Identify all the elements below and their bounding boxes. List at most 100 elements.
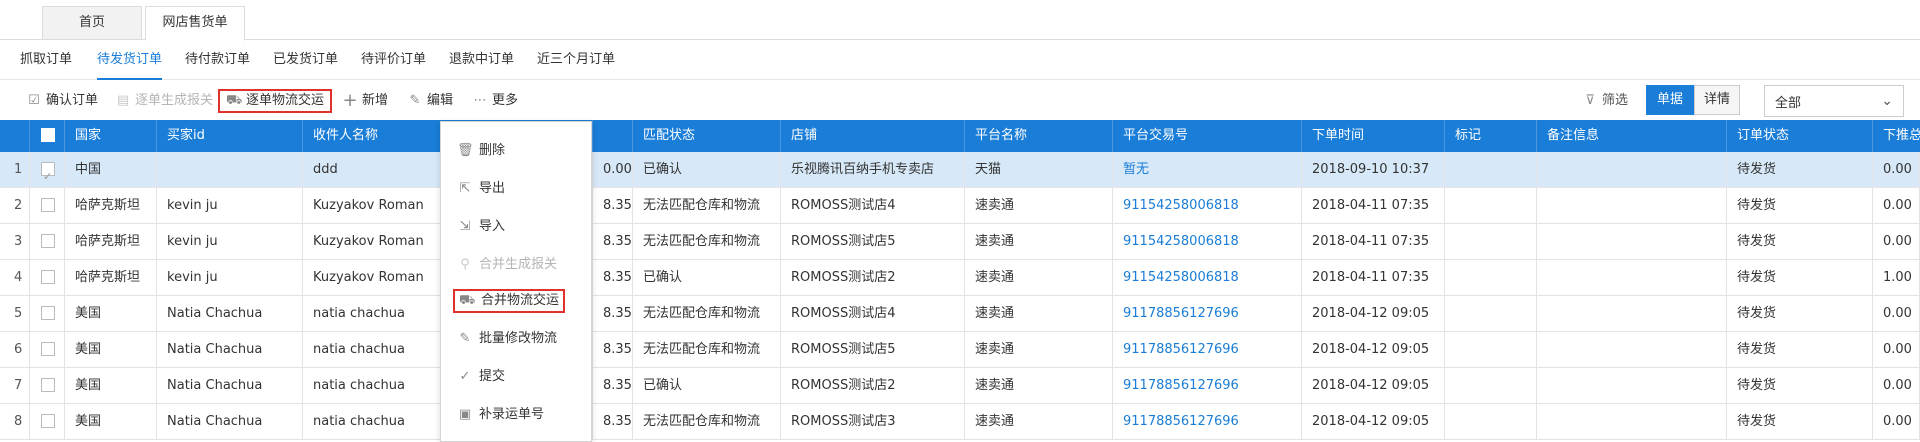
confirm-order-button[interactable]: ☑ 确认订单 xyxy=(26,89,98,113)
table-row[interactable]: 4 哈萨克斯坦 kevin ju Kuzyakov Roman 8.35 已确认 ROMOS… xyxy=(0,260,1920,296)
checkbox-icon: ☑ xyxy=(28,93,40,108)
row-checkbox[interactable] xyxy=(41,233,55,248)
cell-trade-no[interactable]: 91178856127696 xyxy=(1113,368,1302,404)
table-row[interactable]: 8 美国 Natia Chachua natia chachua 8.35 无法匹配仓库和… xyxy=(0,404,1920,440)
select-all-checkbox[interactable] xyxy=(41,127,55,142)
header-country[interactable]: 国家 xyxy=(65,120,157,152)
menu-item-batch-edit-logistics[interactable]: ✎ 批量修改物流 xyxy=(457,327,557,351)
cell-trade-no[interactable]: 91154258006818 xyxy=(1113,260,1302,296)
cell-order-status: 待发货 xyxy=(1727,296,1873,332)
funnel-icon: ⊽ xyxy=(1585,93,1595,108)
menu-item-delete[interactable]: 🗑 删除 xyxy=(457,139,505,163)
cell-shop: ROMOSS测试店4 xyxy=(781,296,965,332)
menu-item-merge-customs[interactable]: ⚲ 合并生成报关 xyxy=(457,253,557,277)
row-checkbox[interactable] xyxy=(41,159,55,188)
table-row[interactable]: 3 哈萨克斯坦 kevin ju Kuzyakov Roman 8.35 无法匹配仓库和物… xyxy=(0,224,1920,260)
cell-amount: 8.35 xyxy=(593,368,633,404)
header-remark[interactable]: 备注信息 xyxy=(1537,120,1727,152)
row-checkbox[interactable] xyxy=(41,269,55,284)
menu-item-merge-logistics-label: 合并物流交运 xyxy=(481,293,560,308)
cell-country: 美国 xyxy=(65,404,157,440)
header-order-status[interactable]: 订单状态 xyxy=(1727,120,1873,152)
header-buyer-id[interactable]: 买家id xyxy=(157,120,303,152)
header-order-time[interactable]: 下单时间 xyxy=(1302,120,1445,152)
cell-country: 美国 xyxy=(65,368,157,404)
header-trade-no[interactable]: 平台交易号 xyxy=(1113,120,1302,152)
single-logistics-ship-button[interactable]: ⛟ 逐单物流交运 xyxy=(218,89,333,113)
menu-item-import-label: 导入 xyxy=(479,219,506,234)
table-row[interactable]: 6 美国 Natia Chachua natia chachua 8.35 无法匹配仓库和… xyxy=(0,332,1920,368)
status-select[interactable]: 全部 ⌄ xyxy=(1764,85,1904,117)
row-checkbox[interactable] xyxy=(41,413,55,428)
cell-order-status: 待发货 xyxy=(1727,224,1873,260)
header-mark[interactable]: 标记 xyxy=(1445,120,1537,152)
tab-refunding[interactable]: 退款中订单 xyxy=(449,40,514,80)
cell-select xyxy=(30,296,65,332)
tab-pending-payment[interactable]: 待付款订单 xyxy=(185,40,250,80)
export-icon: ⇱ xyxy=(459,181,471,196)
cell-trade-no[interactable]: 91154258006818 xyxy=(1113,224,1302,260)
menu-item-export[interactable]: ⇱ 导出 xyxy=(457,177,505,201)
cell-order-time: 2018-04-11 07:35 xyxy=(1302,224,1445,260)
cell-remark xyxy=(1537,260,1727,296)
row-checkbox[interactable] xyxy=(41,341,55,356)
menu-item-merge-logistics[interactable]: ⛟ 合并物流交运 xyxy=(453,289,566,313)
menu-item-submit[interactable]: ✓ 提交 xyxy=(457,365,505,389)
header-shop[interactable]: 店铺 xyxy=(781,120,965,152)
cell-country: 哈萨克斯坦 xyxy=(65,260,157,296)
tab-pending-ship[interactable]: 待发货订单 xyxy=(97,40,163,80)
gen-customs-label: 逐单生成报关 xyxy=(135,93,214,108)
tab-pending-review[interactable]: 待评价订单 xyxy=(361,40,426,80)
cell-rownum: 7 xyxy=(0,368,30,404)
page-tab-home[interactable]: 首页 xyxy=(42,6,142,40)
confirm-order-label: 确认订单 xyxy=(46,93,99,108)
menu-item-import[interactable]: ⇲ 导入 xyxy=(457,215,505,239)
add-button[interactable]: + 新增 xyxy=(342,89,388,113)
gen-customs-button[interactable]: ▤ 逐单生成报关 xyxy=(115,89,213,113)
header-match-status[interactable]: 匹配状态 xyxy=(633,120,781,152)
cell-platform: 速卖通 xyxy=(965,368,1113,404)
filter-button[interactable]: ⊽ 筛选 xyxy=(1582,89,1628,113)
cell-remark xyxy=(1537,368,1727,404)
header-platform[interactable]: 平台名称 xyxy=(965,120,1113,152)
menu-item-merge-customs-label: 合并生成报关 xyxy=(479,257,558,272)
row-checkbox[interactable] xyxy=(41,377,55,392)
cell-trade-no[interactable]: 91178856127696 xyxy=(1113,404,1302,440)
view-detail-button[interactable]: 详情 xyxy=(1694,85,1740,115)
tab-fetch-orders[interactable]: 抓取订单 xyxy=(20,40,72,80)
edit-button[interactable]: ✎ 编辑 xyxy=(407,89,453,113)
page-tab-online-sales[interactable]: 网店售货单 xyxy=(145,6,245,41)
table-row[interactable]: 1中国ddd0.00已确认乐视腾讯百纳手机专卖店天猫暂无2018-09-10 1… xyxy=(0,152,1920,188)
cell-trade-no[interactable]: 暂无 xyxy=(1113,152,1302,188)
ellipsis-icon: ⋯ xyxy=(473,93,487,108)
cell-trade-no[interactable]: 91178856127696 xyxy=(1113,332,1302,368)
table-row[interactable]: 2 哈萨克斯坦 kevin ju Kuzyakov Roman 8.35 无法匹配仓库和物… xyxy=(0,188,1920,224)
more-dropdown-menu: 🗑 删除 ⇱ 导出 ⇲ 导入 ⚲ 合并生成报关 ⛟ 合并物流交运 ✎ 批量修改物… xyxy=(440,121,592,442)
row-checkbox[interactable] xyxy=(41,305,55,320)
cell-platform: 速卖通 xyxy=(965,188,1113,224)
cell-shop: 乐视腾讯百纳手机专卖店 xyxy=(781,152,965,188)
header-down-total[interactable]: 下推总数 xyxy=(1873,120,1920,152)
add-label: 新增 xyxy=(362,93,389,108)
cell-country: 中国 xyxy=(65,152,157,188)
order-status-tabs: 抓取订单 待发货订单 待付款订单 已发货订单 待评价订单 退款中订单 近三个月订… xyxy=(0,40,1920,80)
cell-country: 美国 xyxy=(65,296,157,332)
cell-trade-no[interactable]: 91178856127696 xyxy=(1113,296,1302,332)
more-button[interactable]: ⋯ 更多 xyxy=(472,89,519,113)
cell-select xyxy=(30,368,65,404)
tab-last-three-months[interactable]: 近三个月订单 xyxy=(537,40,615,80)
menu-item-add-waybill[interactable]: ▣ 补录运单号 xyxy=(457,403,544,427)
cell-trade-no[interactable]: 91154258006818 xyxy=(1113,188,1302,224)
view-list-button[interactable]: 单据 xyxy=(1646,85,1694,115)
tab-shipped[interactable]: 已发货订单 xyxy=(273,40,338,80)
cell-select xyxy=(30,260,65,296)
table-row[interactable]: 5 美国 Natia Chachua natia chachua 8.35 无法匹配仓库和… xyxy=(0,296,1920,332)
row-checkbox[interactable] xyxy=(41,197,55,212)
cell-down-total: 0.00 xyxy=(1873,188,1920,224)
cell-rownum: 4 xyxy=(0,260,30,296)
cell-match-status: 无法匹配仓库和物流 xyxy=(633,332,781,368)
table-row[interactable]: 7 美国 Natia Chachua natia chachua 8.35 已确认 ROMO… xyxy=(0,368,1920,404)
document-icon: ▤ xyxy=(116,93,130,108)
cell-mark xyxy=(1445,224,1537,260)
header-select-all[interactable] xyxy=(30,120,65,152)
